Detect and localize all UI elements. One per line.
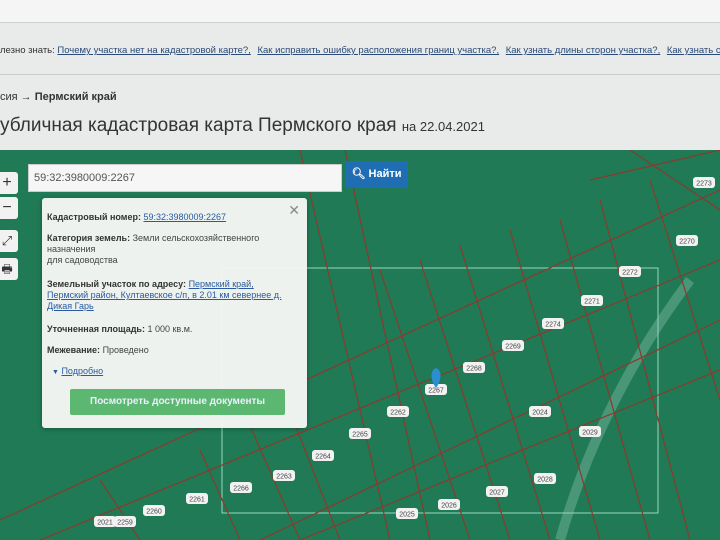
plot-boundary: [589, 150, 720, 181]
plot-label: 2274: [545, 322, 561, 329]
area-label: Уточненная площадь:: [47, 324, 145, 334]
search-button[interactable]: 🔍︎ Найти: [345, 161, 408, 188]
useful-label: лезно знать:: [0, 45, 55, 56]
plot-label: 2259: [117, 520, 133, 527]
plot-label: 2272: [622, 270, 638, 277]
plot-label: 2261: [189, 497, 205, 504]
plot-boundary: [419, 259, 511, 540]
plot-label: 2269: [505, 344, 521, 351]
plot-label: 2029: [582, 430, 598, 437]
plot-label: 2021: [97, 520, 113, 527]
address-label: Земельный участок по адресу:: [47, 279, 187, 289]
plot-boundary: [599, 199, 691, 540]
plot-boundary: [649, 179, 720, 401]
category-label: Категория земель:: [47, 233, 131, 243]
breadcrumb-current: Пермский край: [34, 91, 117, 103]
caret-down-icon: ▼: [52, 369, 59, 376]
breadcrumb-prefix[interactable]: сия →: [0, 91, 32, 103]
plot-label: 2260: [146, 509, 162, 516]
cad-number-link[interactable]: 59:32:3980009:2267: [143, 212, 226, 222]
plot-boundary: [99, 479, 141, 540]
plot-boundary: [299, 150, 391, 540]
zoom-in-button[interactable]: +: [0, 172, 18, 194]
plot-label: 2273: [696, 181, 712, 188]
info-popup: ✕ Кадастровый номер: 59:32:3980009:2267 …: [42, 198, 307, 428]
breadcrumb: сия → Пермский край: [0, 91, 117, 103]
cad-label: Кадастровый номер:: [47, 212, 141, 222]
zoom-out-button[interactable]: −: [0, 197, 18, 219]
page-title: убличная кадастровая карта Пермского кра…: [0, 115, 485, 137]
search-button-label: Найти: [368, 168, 402, 180]
view-documents-button[interactable]: Посмотреть доступные документы: [70, 389, 285, 415]
plot-label: 2262: [390, 410, 406, 417]
plot-label: 2263: [276, 474, 292, 481]
plot-label: 2024: [532, 410, 548, 417]
plot-boundary: [299, 369, 720, 540]
search-icon: 🔍︎: [351, 168, 366, 180]
road: [555, 277, 695, 540]
plot-label: 2027: [489, 490, 505, 497]
area-value: 1 000 кв.м.: [147, 324, 193, 334]
plot-label: 2271: [584, 299, 600, 306]
survey-value: Проведено: [102, 345, 149, 355]
print-icon[interactable]: 🖶: [0, 258, 18, 280]
more-link[interactable]: Подробно: [61, 366, 103, 376]
fullscreen-icon[interactable]: ⤢: [0, 230, 18, 252]
permitted-use: для садоводства: [47, 255, 118, 265]
plot-label: 2265: [352, 432, 368, 439]
search-input[interactable]: 59:32:3980009:2267: [28, 164, 342, 192]
plot-label: 2267: [428, 388, 444, 395]
link-not-on-map[interactable]: Почему участка нет на кадастровой карте?…: [57, 45, 250, 56]
plot-label: 2268: [466, 366, 482, 373]
page-title-text: убличная кадастровая карта Пермского кра…: [0, 115, 397, 136]
cadastral-map[interactable]: 2273 2270 2272 2271 2274 2269 2268 2267 2262 2265…: [0, 150, 720, 540]
link-fix-error[interactable]: Как исправить ошибку расположения границ…: [257, 45, 499, 56]
plot-label: 2026: [441, 503, 457, 510]
plot-label: 2025: [399, 512, 415, 519]
plot-label: 2264: [315, 454, 331, 461]
plot-boundary: [344, 150, 431, 540]
plot-boundary: [259, 319, 720, 540]
link-more[interactable]: Как узнать с: [667, 45, 720, 56]
plot-boundary: [509, 229, 601, 540]
page-date: на 22.04.2021: [401, 119, 485, 134]
plot-label: 2028: [537, 477, 553, 484]
useful-links: лезно знать: Почему участка нет на кадас…: [0, 45, 720, 56]
link-side-lengths[interactable]: Как узнать длины сторон участка?,: [506, 45, 660, 56]
plot-label: 2266: [233, 486, 249, 493]
plot-label: 2270: [679, 239, 695, 246]
browser-top: [0, 0, 720, 23]
survey-label: Межевание:: [47, 345, 101, 355]
divider: [0, 74, 720, 75]
